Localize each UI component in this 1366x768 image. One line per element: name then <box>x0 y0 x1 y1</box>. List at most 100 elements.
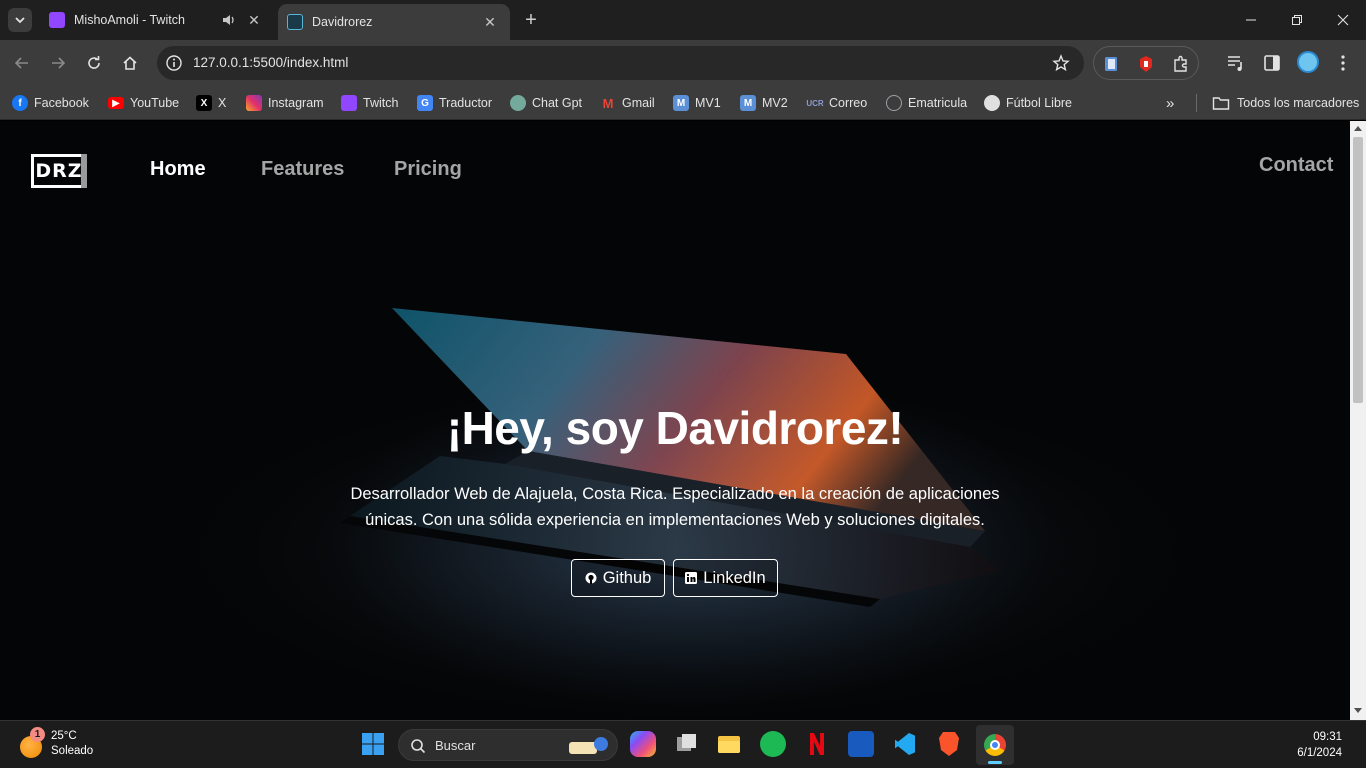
tab-title: Davidrorez <box>312 15 373 29</box>
bookmark-x[interactable]: XX <box>196 93 226 113</box>
bookmark-facebook[interactable]: f Facebook <box>12 93 89 113</box>
scrollbar-thumb[interactable] <box>1353 137 1363 403</box>
tab-davidrorez[interactable]: Davidrorez ✕ <box>278 4 510 40</box>
nav-contact[interactable]: Contact <box>1259 154 1333 177</box>
bookmark-twitch[interactable]: Twitch <box>341 93 398 113</box>
site-logo[interactable]: DRZ <box>31 154 87 188</box>
screen: MishoAmoli - Twitch ✕ Davidrorez ✕ + 127… <box>0 0 1366 768</box>
reload-button[interactable] <box>82 51 106 75</box>
mv-icon: M <box>673 95 689 111</box>
arrow-right-icon <box>52 57 66 69</box>
nav-features[interactable]: Features <box>261 158 344 181</box>
windows-start-icon[interactable] <box>360 731 386 757</box>
speaker-icon[interactable] <box>222 13 236 27</box>
system-clock[interactable]: 09:31 6/1/2024 <box>1297 729 1342 761</box>
bookmark-correo[interactable]: UCR Correo <box>806 93 868 113</box>
mv-icon: M <box>740 95 756 111</box>
task-view-icon[interactable] <box>673 731 699 757</box>
file-explorer-icon[interactable] <box>716 731 742 757</box>
weather-widget[interactable]: 1 25°C Soleado <box>18 727 118 763</box>
folder-icon <box>1212 97 1230 110</box>
netflix-icon[interactable] <box>804 731 830 757</box>
bookmark-label: Chat Gpt <box>532 96 583 110</box>
nav-pricing[interactable]: Pricing <box>394 158 462 181</box>
windows-taskbar: 1 25°C Soleado Buscar 09:31 6/1/2024 <box>0 720 1366 768</box>
web-page: DRZ Home Features Pricing Contact ¡Hey, … <box>0 121 1350 720</box>
bookmarks-divider <box>1196 94 1197 112</box>
search-icon <box>411 739 426 754</box>
github-button[interactable]: Github <box>571 559 665 597</box>
bookmark-label: Fútbol Libre <box>1006 96 1073 110</box>
spotify-icon[interactable] <box>760 731 786 757</box>
close-tab-icon[interactable]: ✕ <box>482 14 498 30</box>
home-button[interactable] <box>118 51 142 75</box>
minimize-button[interactable] <box>1228 6 1274 34</box>
kebab-menu-icon[interactable] <box>1333 53 1353 73</box>
notebook-extension-icon[interactable] <box>1102 55 1120 73</box>
profile-avatar[interactable] <box>1297 51 1319 73</box>
media-control-icon[interactable] <box>1226 53 1246 73</box>
youtube-icon: ▶ <box>108 97 124 109</box>
soccer-ball-icon <box>984 95 1000 111</box>
bookmarks-bar: f Facebook ▶ YouTube XX Instagram Twitch G… <box>0 86 1366 120</box>
twitch-icon <box>341 95 357 111</box>
scroll-down-icon[interactable] <box>1354 708 1362 713</box>
chrome-taskbar-button[interactable] <box>976 725 1014 765</box>
notification-badge: 1 <box>30 727 45 742</box>
close-tab-icon[interactable]: ✕ <box>246 12 262 28</box>
bookmark-label: Facebook <box>34 96 89 110</box>
hero-title: ¡Hey, soy Davidrorez! <box>446 402 904 454</box>
bookmark-label: YouTube <box>130 96 180 110</box>
home-icon <box>123 56 137 70</box>
bookmark-label: MV2 <box>762 96 788 110</box>
bookmark-label: Instagram <box>268 96 324 110</box>
side-panel-icon[interactable] <box>1262 53 1282 73</box>
url-text[interactable]: 127.0.0.1:5500/index.html <box>193 55 348 70</box>
bookmark-traductor[interactable]: G Traductor <box>417 93 492 113</box>
close-window-button[interactable] <box>1320 6 1366 34</box>
address-bar[interactable]: 127.0.0.1:5500/index.html <box>157 46 1084 80</box>
hero-subtitle: Desarrollador Web de Alajuela, Costa Ric… <box>350 485 1000 529</box>
tab-search-button[interactable] <box>8 8 32 32</box>
weather-temperature: 25°C <box>51 730 77 742</box>
word-icon[interactable] <box>848 731 874 757</box>
drz-favicon-icon <box>287 14 303 30</box>
linkedin-icon <box>685 572 698 584</box>
site-info-icon[interactable] <box>165 54 183 72</box>
adblock-hand-icon[interactable] <box>1137 55 1155 73</box>
restore-button[interactable] <box>1274 6 1320 34</box>
chatgpt-icon <box>510 95 526 111</box>
new-tab-button[interactable]: + <box>520 9 542 31</box>
clock-date: 6/1/2024 <box>1297 747 1342 759</box>
copilot-icon[interactable] <box>630 731 656 757</box>
linkedin-button[interactable]: LinkedIn <box>673 559 778 597</box>
all-bookmarks-folder[interactable]: Todos los marcadores <box>1212 93 1359 113</box>
page-scrollbar[interactable] <box>1350 121 1366 720</box>
forward-button[interactable] <box>46 51 70 75</box>
extensions-puzzle-icon[interactable] <box>1172 55 1190 73</box>
bookmark-star-icon[interactable] <box>1052 54 1070 72</box>
mail-icon: UCR <box>806 98 824 108</box>
more-bookmarks-button[interactable]: » <box>1166 93 1174 113</box>
vscode-icon[interactable] <box>892 731 918 757</box>
tab-twitch[interactable]: MishoAmoli - Twitch ✕ <box>40 6 274 34</box>
reload-icon <box>88 56 100 69</box>
brave-icon[interactable] <box>936 731 962 757</box>
bookmark-youtube[interactable]: ▶ YouTube <box>108 93 179 113</box>
github-label: Github <box>602 568 652 587</box>
search-highlight-icon <box>569 737 608 754</box>
bookmark-ematricula[interactable]: Ematricula <box>886 93 967 113</box>
bookmark-futbol-libre[interactable]: Fútbol Libre <box>984 93 1072 113</box>
bookmark-mv2[interactable]: M MV2 <box>740 93 788 113</box>
nav-home[interactable]: Home <box>150 158 206 181</box>
back-button[interactable] <box>10 51 34 75</box>
bookmark-gmail[interactable]: M Gmail <box>600 93 655 113</box>
x-icon: X <box>196 95 212 111</box>
bookmark-mv1[interactable]: M MV1 <box>673 93 721 113</box>
taskbar-search[interactable]: Buscar <box>398 729 618 761</box>
bookmark-label: Correo <box>829 96 868 110</box>
arrow-left-icon <box>14 57 28 69</box>
scroll-up-icon[interactable] <box>1354 126 1362 131</box>
bookmark-chatgpt[interactable]: Chat Gpt <box>510 93 582 113</box>
bookmark-instagram[interactable]: Instagram <box>246 93 324 113</box>
